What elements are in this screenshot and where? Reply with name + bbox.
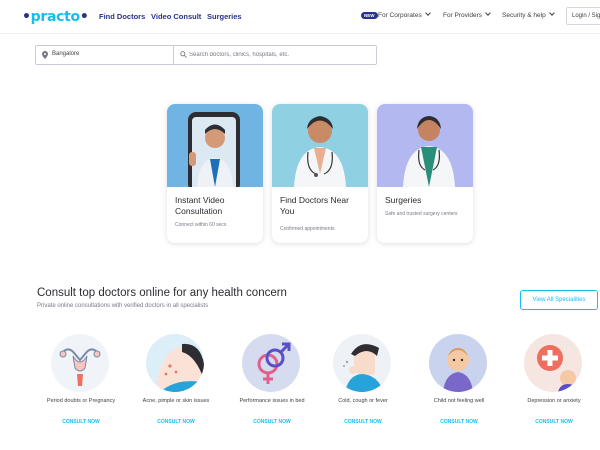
card-title: Instant Video Consultation bbox=[175, 195, 225, 216]
card-title: Surgeries bbox=[385, 195, 422, 205]
for-providers-label: For Providers bbox=[443, 12, 483, 19]
mental-health-icon bbox=[524, 334, 582, 392]
consult-now-link[interactable]: CONSULT NOW bbox=[232, 419, 312, 425]
chevron-down-icon bbox=[485, 10, 491, 16]
chevron-down-icon bbox=[548, 10, 555, 16]
doctor-illustration bbox=[272, 104, 368, 187]
section-title: Consult top doctors online for any healt… bbox=[37, 287, 287, 299]
card-instant-video-consultation[interactable]: Instant Video Consultation Connect withi… bbox=[167, 104, 263, 243]
consult-now-link[interactable]: CONSULT NOW bbox=[419, 419, 499, 425]
acne-face-icon bbox=[146, 334, 204, 392]
concern-label: Child not feeling well bbox=[433, 398, 485, 404]
card-subtitle: Safe and trusted surgery centers bbox=[385, 211, 458, 217]
chevron-down-icon bbox=[424, 10, 431, 16]
consult-now-link[interactable]: CONSULT NOW bbox=[323, 419, 403, 425]
section-subtitle: Private online consultations with verifi… bbox=[37, 303, 209, 309]
concern-label: Period doubts or Pregnancy bbox=[46, 398, 116, 404]
for-corporates-menu[interactable]: For Corporates bbox=[378, 10, 431, 19]
concern-label: Cold, cough or fever bbox=[338, 398, 388, 404]
nav-find-doctors[interactable]: Find Doctors bbox=[99, 12, 145, 21]
login-signup-button[interactable]: Login / Signup bbox=[566, 7, 600, 25]
child-icon bbox=[429, 334, 487, 392]
concern-label: Depression or anxiety bbox=[527, 398, 581, 404]
concern-label: Performance issues in bed bbox=[239, 398, 305, 404]
card-title: Find Doctors Near You bbox=[280, 195, 349, 216]
consult-now-link[interactable]: CONSULT NOW bbox=[136, 419, 216, 425]
search-input[interactable] bbox=[189, 49, 369, 61]
card-subtitle: Connect within 60 secs bbox=[175, 222, 227, 228]
uterus-icon bbox=[51, 334, 109, 392]
search-query-box[interactable] bbox=[175, 46, 375, 64]
cough-person-icon bbox=[333, 334, 391, 392]
card-surgeries[interactable]: Surgeries Safe and trusted surgery cente… bbox=[377, 104, 473, 243]
card-find-doctors-near-you[interactable]: Find Doctors Near You Confirmed appointm… bbox=[272, 104, 368, 243]
practo-logo[interactable]: •practo• bbox=[22, 9, 89, 25]
view-all-specialities-button[interactable]: View All Specialities bbox=[520, 290, 598, 310]
location-selector[interactable]: Bangalore bbox=[36, 46, 174, 64]
consult-now-link[interactable]: CONSULT NOW bbox=[514, 419, 594, 425]
card-subtitle: Confirmed appointments bbox=[280, 226, 335, 232]
for-corporates-label: For Corporates bbox=[378, 12, 422, 19]
consult-now-link[interactable]: CONSULT NOW bbox=[41, 419, 121, 425]
nav-video-consult[interactable]: Video Consult bbox=[151, 12, 201, 21]
search-bar: Bangalore bbox=[35, 45, 377, 65]
location-value: Bangalore bbox=[52, 51, 80, 57]
new-badge: NEW bbox=[361, 12, 378, 19]
concern-label: Acne, pimple or skin issues bbox=[142, 398, 210, 404]
security-help-label: Security & help bbox=[502, 12, 546, 19]
nav-surgeries[interactable]: Surgeries bbox=[207, 12, 242, 21]
gender-symbols-icon bbox=[242, 334, 300, 392]
search-icon bbox=[180, 51, 187, 58]
security-help-menu[interactable]: Security & help bbox=[502, 10, 555, 19]
for-providers-menu[interactable]: For Providers bbox=[443, 10, 491, 19]
top-header: •practo• Find Doctors Video Consult Surg… bbox=[0, 0, 600, 34]
surgeon-illustration bbox=[377, 104, 473, 187]
video-consultation-illustration bbox=[167, 104, 263, 187]
location-pin-icon bbox=[42, 51, 48, 59]
